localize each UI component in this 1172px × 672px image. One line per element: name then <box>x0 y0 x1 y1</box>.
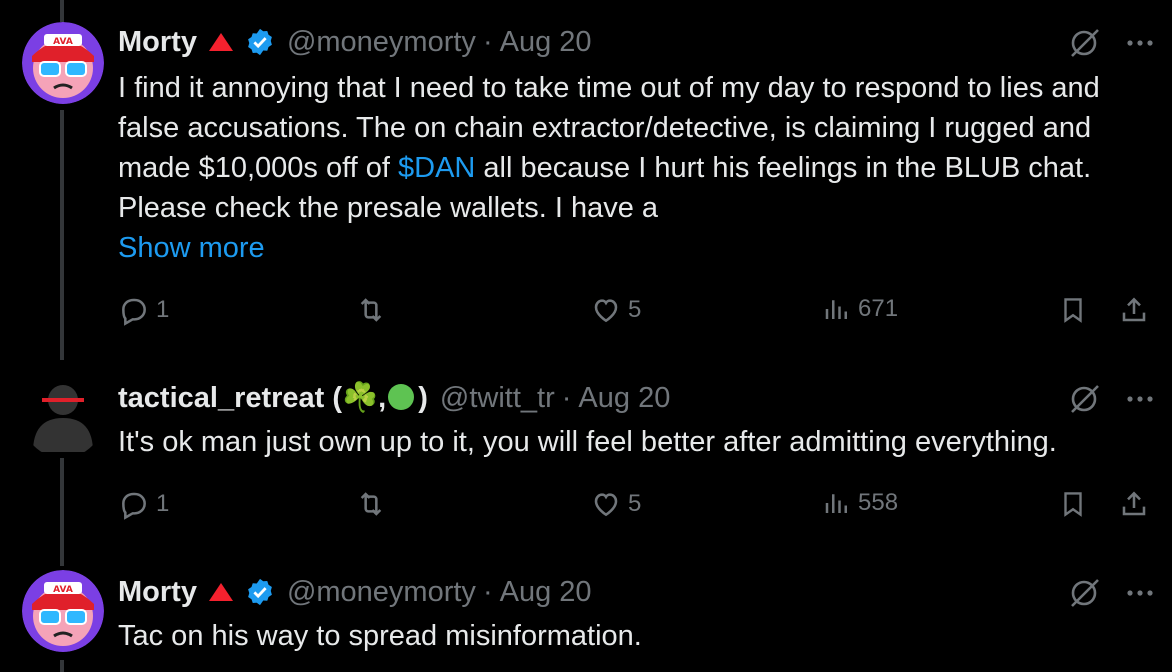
reply-count: 1 <box>156 490 170 517</box>
share-button[interactable] <box>1118 294 1150 326</box>
tweet-3[interactable]: AVA Morty @moneymorty · Aug 20 Tac on hi… <box>0 566 1172 672</box>
author-name[interactable]: tactical_retreat (☘️,) <box>118 381 428 415</box>
retweet-icon <box>360 298 382 322</box>
reply-icon <box>122 492 146 520</box>
retweet-button[interactable] <box>354 488 388 520</box>
author-handle[interactable]: @twitt_tr <box>440 382 555 415</box>
verified-icon[interactable] <box>245 27 275 57</box>
bookmark-icon <box>1064 298 1082 323</box>
bookmark-button[interactable] <box>1058 488 1088 520</box>
more-icon[interactable] <box>1126 38 1154 48</box>
share-icon <box>1122 297 1146 322</box>
avatar-morty[interactable]: AVA <box>22 570 104 652</box>
verified-icon[interactable] <box>245 577 275 607</box>
tweet-3-text: Tac on his way to spread misinformation. <box>118 620 642 652</box>
more-icon[interactable] <box>1126 394 1154 404</box>
author-name-text: tactical_retreat ( <box>118 382 343 414</box>
shamrock-emoji: ☘️ <box>342 382 379 414</box>
retweet-button[interactable] <box>354 294 388 326</box>
grok-icon[interactable] <box>1068 382 1102 416</box>
red-triangle-icon <box>207 581 235 603</box>
show-more-link[interactable]: Show more <box>118 228 1128 268</box>
tweet-date[interactable]: Aug 20 <box>500 26 592 59</box>
views-button[interactable]: 671 <box>822 294 898 324</box>
author-name[interactable]: Morty <box>118 26 197 59</box>
red-triangle-icon <box>207 31 235 53</box>
tweet-2[interactable]: tactical_retreat (☘️,) @twitt_tr · Aug 2… <box>0 360 1172 566</box>
tweet-1-header: Morty @moneymorty · Aug 20 <box>118 22 592 62</box>
reply-icon <box>122 298 146 326</box>
more-icon[interactable] <box>1126 588 1154 598</box>
author-handle[interactable]: @moneymorty <box>287 26 476 59</box>
tweet-3-top-icons <box>1068 576 1154 610</box>
views-count: 558 <box>858 489 899 516</box>
tweet-3-header: Morty @moneymorty · Aug 20 <box>118 572 592 612</box>
green-circle-emoji <box>388 384 415 410</box>
like-count: 5 <box>628 296 642 323</box>
tweet-1[interactable]: AVA Morty @moneymorty · Aug 20 I find it… <box>0 0 1172 360</box>
author-name[interactable]: Morty <box>118 576 197 609</box>
grok-icon[interactable] <box>1068 26 1102 60</box>
separator: · <box>482 575 493 608</box>
separator: · <box>561 381 572 414</box>
reply-button[interactable]: 1 <box>118 294 169 326</box>
cashtag-link[interactable]: $DAN <box>398 152 475 184</box>
views-count: 671 <box>858 295 899 322</box>
like-button[interactable]: 5 <box>590 488 641 520</box>
retweet-icon <box>360 492 382 516</box>
author-name-comma: , <box>378 382 387 414</box>
like-button[interactable]: 5 <box>590 294 641 326</box>
bookmark-button[interactable] <box>1058 294 1088 326</box>
like-count: 5 <box>628 490 642 517</box>
share-icon <box>1122 491 1146 516</box>
author-handle[interactable]: @moneymorty <box>287 576 476 609</box>
bookmark-icon <box>1064 492 1082 517</box>
svg-text:AVA: AVA <box>53 585 73 595</box>
tweet-2-text: It's ok man just own up to it, you will … <box>118 426 1057 458</box>
reply-button[interactable]: 1 <box>118 488 169 520</box>
avatar-morty[interactable]: AVA <box>22 22 104 104</box>
tweet-1-actions: 1 5 671 <box>118 294 1158 334</box>
tweet-1-text: I find it annoying that I need to take t… <box>118 68 1128 268</box>
author-name-close: ) <box>418 382 428 414</box>
tweet-date[interactable]: Aug 20 <box>578 382 670 415</box>
views-icon <box>825 300 847 319</box>
svg-text:AVA: AVA <box>53 37 73 47</box>
tweet-date[interactable]: Aug 20 <box>500 576 592 609</box>
like-icon <box>594 299 618 323</box>
like-icon <box>594 493 618 517</box>
reply-count: 1 <box>156 296 170 323</box>
views-icon <box>825 494 847 513</box>
tweet-2-top-icons <box>1068 382 1154 416</box>
tweet-2-actions: 1 5 558 <box>118 488 1158 528</box>
separator: · <box>482 25 493 58</box>
tweet-1-top-icons <box>1068 26 1154 60</box>
share-button[interactable] <box>1118 488 1150 520</box>
grok-icon[interactable] <box>1068 576 1102 610</box>
avatar-tactical-retreat[interactable] <box>22 376 104 458</box>
views-button[interactable]: 558 <box>822 488 898 518</box>
tweet-2-header: tactical_retreat (☘️,) @twitt_tr · Aug 2… <box>118 378 670 418</box>
